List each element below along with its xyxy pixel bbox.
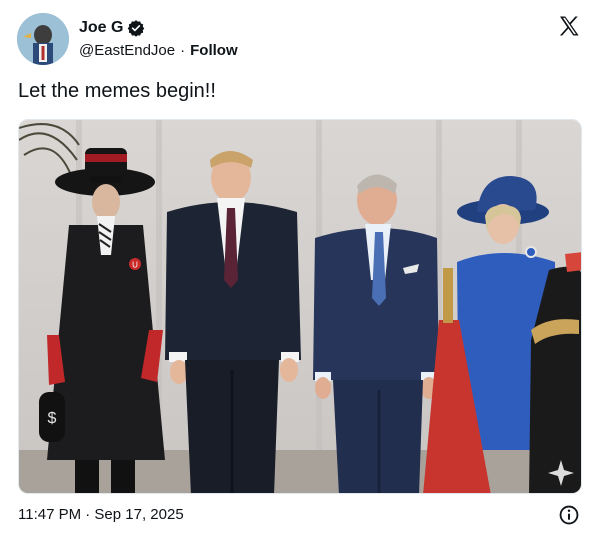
follow-button[interactable]: Follow (190, 42, 238, 59)
tweet-timestamp[interactable]: 11:47 PM · Sep 17, 2025 (18, 506, 184, 523)
avatar[interactable] (17, 13, 69, 65)
handle-row: @EastEndJoe · Follow (79, 40, 238, 60)
display-name[interactable]: Joe G (79, 19, 123, 37)
bag-symbol: $ (48, 410, 57, 427)
author-name-row: Joe G (79, 17, 145, 39)
tweet-text: Let the memes begin!! (18, 80, 216, 102)
info-icon[interactable] (558, 504, 580, 526)
media-photo: U $ (19, 120, 581, 493)
avatar-image (17, 13, 69, 65)
author-handle[interactable]: @EastEndJoe (79, 42, 175, 59)
separator-dot: · (180, 41, 186, 59)
verified-badge-icon (128, 20, 145, 37)
tweet-media[interactable]: U $ (18, 119, 582, 494)
x-logo-icon[interactable] (557, 14, 581, 38)
coat-badge-letter: U (132, 261, 138, 270)
